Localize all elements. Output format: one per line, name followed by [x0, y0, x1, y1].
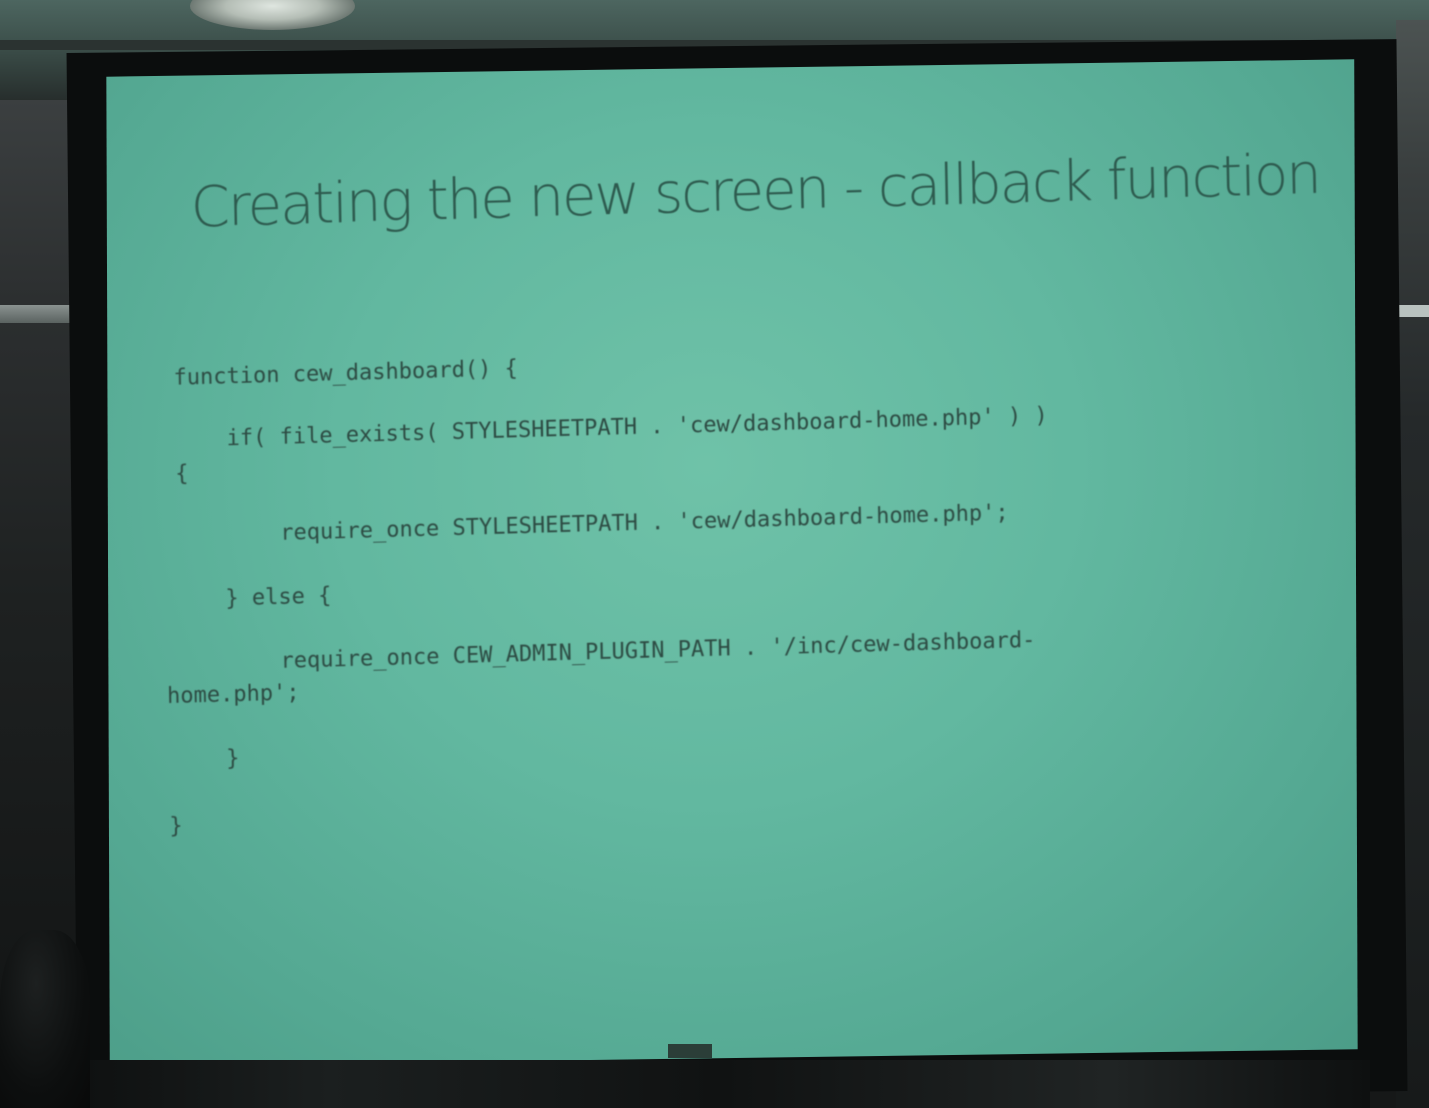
- left-wall-stripe: [0, 305, 75, 323]
- code-line: }: [169, 813, 183, 840]
- audience-silhouette: [0, 930, 90, 1108]
- code-line: } else {: [225, 583, 332, 612]
- ceiling-light: [190, 0, 355, 30]
- code-line: function cew_dashboard() {: [173, 356, 519, 391]
- code-line: {: [175, 461, 189, 487]
- code-line: home.php';: [166, 680, 300, 710]
- slide-title: Creating the new screen - callback funct…: [190, 142, 1321, 241]
- code-line: }: [225, 746, 240, 772]
- code-line: require_once CEW_ADMIN_PLUGIN_PATH . '/i…: [280, 627, 1036, 674]
- code-line: require_once STYLESHEETPATH . 'cew/dashb…: [280, 500, 1009, 546]
- screen-frame-badge: [668, 1044, 712, 1058]
- room-background: Creating the new screen - callback funct…: [0, 0, 1429, 1108]
- code-line: if( file_exists( STYLESHEETPATH . 'cew/d…: [226, 403, 1048, 452]
- projected-slide: Creating the new screen - callback funct…: [106, 59, 1358, 1067]
- audience-foreground: [70, 1060, 1370, 1108]
- code-block: function cew_dashboard() { if( file_exis…: [167, 335, 1293, 839]
- right-wall-stripe: [1396, 305, 1429, 317]
